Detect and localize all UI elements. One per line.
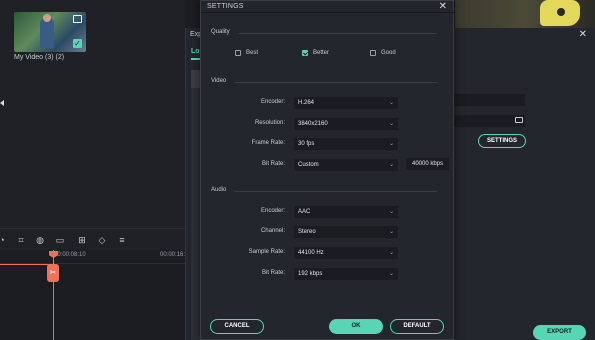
video-divider bbox=[235, 82, 437, 83]
adjust-icon[interactable]: ≡ bbox=[117, 235, 127, 245]
dialog-title: SETTINGS bbox=[207, 3, 244, 10]
audio-bit-rate-select[interactable]: 192 kbps ⌄ bbox=[294, 268, 398, 280]
quality-option-better[interactable]: Better bbox=[302, 49, 329, 57]
sample-rate-select[interactable]: 44100 Hz ⌄ bbox=[294, 247, 398, 259]
resolution-select[interactable]: 3840x2160 ⌄ bbox=[294, 118, 398, 130]
frame-rate-value: 30 fps bbox=[298, 141, 315, 147]
chevron-down-icon: ⌄ bbox=[388, 141, 394, 147]
audio-divider bbox=[235, 191, 437, 192]
video-encoder-value: H.264 bbox=[298, 100, 315, 106]
frame-rate-label: Frame Rate: bbox=[251, 140, 285, 146]
audio-bit-rate-label: Bit Rate: bbox=[261, 270, 285, 276]
export-close-icon[interactable]: ✕ bbox=[579, 29, 587, 40]
quality-divider bbox=[239, 33, 437, 34]
channel-select[interactable]: Stereo ⌄ bbox=[294, 226, 398, 238]
chevron-down-icon: ⌄ bbox=[388, 209, 394, 215]
chevron-down-icon: ⌄ bbox=[388, 100, 394, 106]
bit-rate-input[interactable]: 40000 kbps bbox=[406, 158, 449, 170]
folder-icon[interactable] bbox=[515, 117, 523, 123]
export-button[interactable]: EXPORT bbox=[533, 325, 586, 340]
video-bit-rate-value: Custom bbox=[298, 162, 319, 168]
checkmark-icon: ✓ bbox=[73, 39, 82, 48]
chevron-down-icon: ⌄ bbox=[388, 229, 394, 235]
quality-option-best[interactable]: Best bbox=[235, 49, 258, 57]
timeline-toolbar: ◔ ⌗ ◍ ▭ ⊞ ◇ ≡ bbox=[0, 228, 185, 250]
resolution-label: Resolution: bbox=[254, 120, 285, 126]
audio-encoder-label: Encoder: bbox=[260, 208, 285, 214]
sample-rate-label: Sample Rate: bbox=[248, 249, 285, 255]
channel-value: Stereo bbox=[298, 229, 316, 235]
chevron-down-icon: ⌄ bbox=[388, 121, 394, 127]
tab-local[interactable]: Lo bbox=[191, 48, 200, 55]
titlebar-divider bbox=[201, 12, 455, 13]
media-thumbnail[interactable]: ✓ bbox=[14, 12, 86, 52]
close-icon[interactable]: ✕ bbox=[439, 1, 447, 12]
settings-dialog: SETTINGS ✕ Quality Best Better Good Vide… bbox=[200, 0, 455, 340]
audio-encoder-value: AAC bbox=[298, 209, 311, 215]
preview-object-hole bbox=[557, 8, 565, 16]
better-checkbox[interactable] bbox=[302, 50, 308, 56]
media-library-panel: ✓ My Video (3) (2) bbox=[0, 0, 185, 228]
ruler-time-1: 00:00:08:10 bbox=[54, 252, 86, 258]
media-clip-label: My Video (3) (2) bbox=[14, 54, 65, 61]
app-root: ✓ My Video (3) (2) ◔ ⌗ ◍ ▭ ⊞ ◇ ≡ 00:00:0… bbox=[0, 0, 595, 340]
thumbnail-badge-icon bbox=[73, 15, 82, 23]
timeline-ruler[interactable]: 00:00:08:10 00:00:16:2 bbox=[0, 250, 188, 264]
video-bit-rate-label: Bit Rate: bbox=[261, 161, 285, 167]
audio-bit-rate-value: 192 kbps bbox=[298, 271, 323, 277]
split-icon[interactable]: ⊞ bbox=[77, 235, 87, 245]
chevron-down-icon: ⌄ bbox=[388, 250, 394, 256]
video-heading: Video bbox=[211, 78, 227, 84]
crop-icon[interactable]: ⌗ bbox=[16, 235, 26, 245]
good-checkbox[interactable] bbox=[370, 50, 376, 56]
better-label: Better bbox=[313, 50, 330, 56]
chevron-down-icon: ⌄ bbox=[388, 162, 394, 168]
playhead-range-line bbox=[0, 264, 53, 265]
video-bit-rate-select[interactable]: Custom ⌄ bbox=[294, 159, 398, 171]
audio-encoder-select[interactable]: AAC ⌄ bbox=[294, 206, 398, 218]
chevron-down-icon: ⌄ bbox=[388, 271, 394, 277]
color-icon[interactable]: ◍ bbox=[35, 235, 45, 245]
resolution-value: 3840x2160 bbox=[298, 121, 328, 127]
keyframe-icon[interactable]: ◇ bbox=[97, 235, 107, 245]
monitor-icon[interactable]: ▭ bbox=[55, 235, 65, 245]
quality-option-good[interactable]: Good bbox=[370, 49, 396, 57]
default-button[interactable]: DEFAULT bbox=[390, 319, 444, 334]
name-field[interactable] bbox=[454, 94, 525, 106]
best-label: Best bbox=[246, 50, 259, 56]
timeline-tracks[interactable] bbox=[0, 264, 185, 340]
thumbnail-figure bbox=[40, 18, 54, 48]
speed-icon[interactable]: ◔ bbox=[0, 235, 7, 245]
sample-rate-value: 44100 Hz bbox=[298, 250, 324, 256]
settings-button[interactable]: SETTINGS bbox=[478, 134, 526, 148]
cancel-button[interactable]: CANCEL bbox=[210, 319, 264, 334]
video-encoder-label: Encoder: bbox=[260, 99, 285, 105]
best-checkbox[interactable] bbox=[235, 50, 241, 56]
scissors-icon[interactable]: ✂ bbox=[47, 264, 59, 282]
quality-heading: Quality bbox=[211, 29, 230, 35]
collapse-arrow-icon[interactable] bbox=[0, 100, 4, 106]
video-encoder-select[interactable]: H.264 ⌄ bbox=[294, 97, 398, 109]
thumbnail-head bbox=[43, 14, 51, 22]
frame-rate-select[interactable]: 30 fps ⌄ bbox=[294, 138, 398, 150]
channel-label: Channel: bbox=[260, 228, 285, 234]
audio-heading: Audio bbox=[211, 187, 227, 193]
ok-button[interactable]: OK bbox=[329, 319, 383, 334]
good-label: Good bbox=[381, 50, 396, 56]
